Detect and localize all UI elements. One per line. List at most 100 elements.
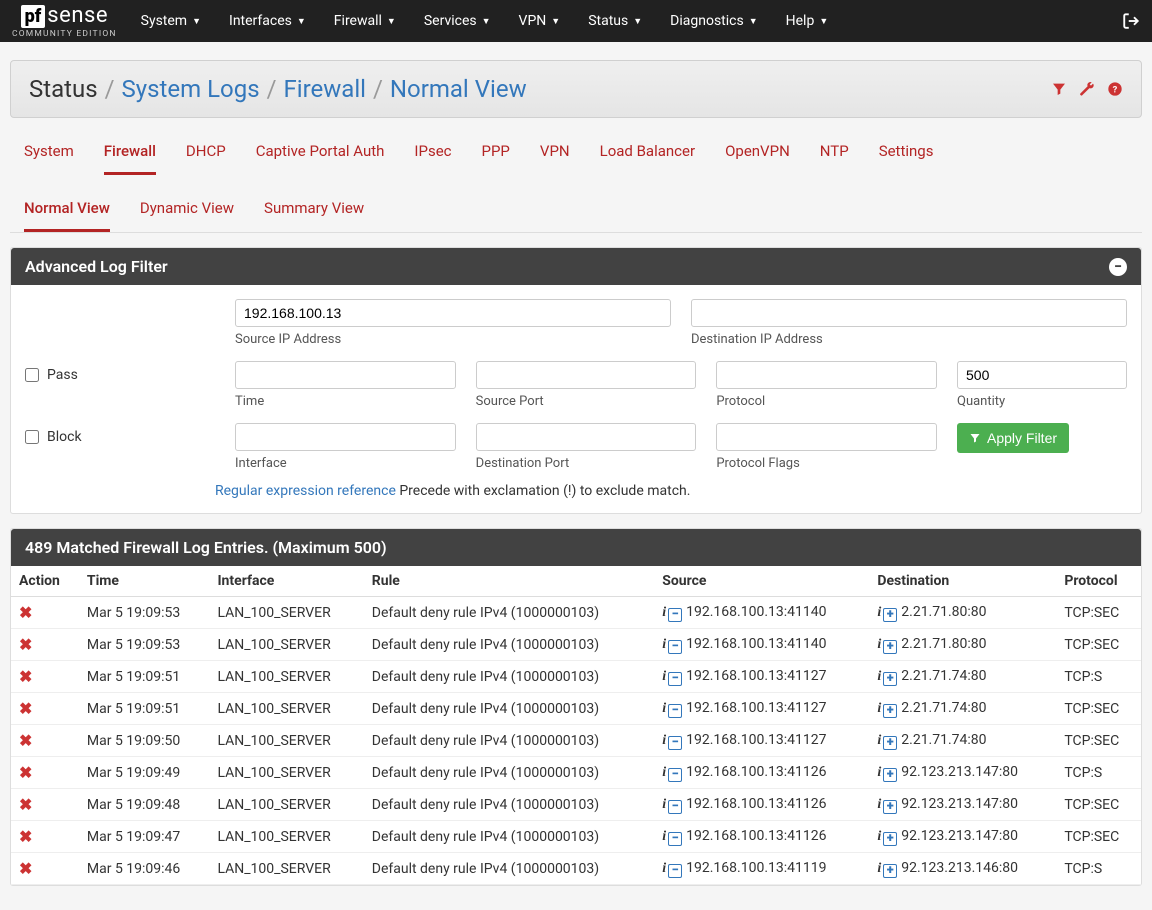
remove-source-icon[interactable]: − xyxy=(668,864,682,878)
breadcrumb-item[interactable]: System Logs xyxy=(122,75,260,103)
dest-port-input[interactable] xyxy=(476,423,697,451)
info-icon[interactable]: i xyxy=(877,797,881,812)
apply-filter-button[interactable]: Apply Filter xyxy=(957,423,1069,453)
nav-item-services[interactable]: Services▼ xyxy=(424,13,491,29)
caret-down-icon: ▼ xyxy=(749,16,758,27)
block-action-icon[interactable]: ✖ xyxy=(19,667,32,686)
info-icon[interactable]: i xyxy=(662,701,666,716)
cell-destination: 2.21.71.80:80 xyxy=(901,604,986,620)
block-action-icon[interactable]: ✖ xyxy=(19,827,32,846)
filter-panel-title: Advanced Log Filter xyxy=(25,257,168,276)
source-ip-label: Source IP Address xyxy=(235,332,671,347)
source-port-input[interactable] xyxy=(476,361,697,389)
add-dest-icon[interactable]: + xyxy=(883,768,897,782)
remove-source-icon[interactable]: − xyxy=(668,736,682,750)
add-dest-icon[interactable]: + xyxy=(883,832,897,846)
remove-source-icon[interactable]: − xyxy=(668,672,682,686)
regex-reference-link[interactable]: Regular expression reference xyxy=(215,483,396,499)
source-ip-input[interactable] xyxy=(235,299,671,327)
info-icon[interactable]: i xyxy=(877,605,881,620)
block-action-icon[interactable]: ✖ xyxy=(19,859,32,878)
protocol-input[interactable] xyxy=(716,361,937,389)
caret-down-icon: ▼ xyxy=(551,16,560,27)
info-icon[interactable]: i xyxy=(877,637,881,652)
cell-protocol: TCP:SEC xyxy=(1056,693,1141,725)
nav-item-system[interactable]: System▼ xyxy=(141,13,201,29)
wrench-icon[interactable] xyxy=(1079,81,1095,97)
info-icon[interactable]: i xyxy=(662,861,666,876)
nav-item-interfaces[interactable]: Interfaces▼ xyxy=(229,13,306,29)
tab-firewall[interactable]: Firewall xyxy=(104,142,156,175)
info-icon[interactable]: i xyxy=(877,669,881,684)
remove-source-icon[interactable]: − xyxy=(668,800,682,814)
remove-source-icon[interactable]: − xyxy=(668,608,682,622)
nav-item-diagnostics[interactable]: Diagnostics▼ xyxy=(670,13,757,29)
time-input[interactable] xyxy=(235,361,456,389)
block-action-icon[interactable]: ✖ xyxy=(19,699,32,718)
add-dest-icon[interactable]: + xyxy=(883,704,897,718)
info-icon[interactable]: i xyxy=(662,733,666,748)
breadcrumb-item[interactable]: Firewall xyxy=(283,75,366,103)
tab-system[interactable]: System xyxy=(24,142,74,175)
remove-source-icon[interactable]: − xyxy=(668,832,682,846)
breadcrumb-item: Status xyxy=(29,75,98,103)
info-icon[interactable]: i xyxy=(877,701,881,716)
dest-ip-input[interactable] xyxy=(691,299,1127,327)
info-icon[interactable]: i xyxy=(877,733,881,748)
tab-load-balancer[interactable]: Load Balancer xyxy=(600,142,695,175)
block-action-icon[interactable]: ✖ xyxy=(19,603,32,622)
quantity-input[interactable] xyxy=(957,361,1127,389)
info-icon[interactable]: i xyxy=(662,637,666,652)
nav-item-status[interactable]: Status▼ xyxy=(588,13,642,29)
tab-normal-view[interactable]: Normal View xyxy=(24,199,110,232)
info-icon[interactable]: i xyxy=(877,861,881,876)
breadcrumb-item[interactable]: Normal View xyxy=(390,75,527,103)
remove-source-icon[interactable]: − xyxy=(668,768,682,782)
nav-item-help[interactable]: Help▼ xyxy=(786,13,829,29)
block-checkbox[interactable] xyxy=(25,430,39,444)
collapse-icon[interactable]: − xyxy=(1109,258,1127,276)
tab-dhcp[interactable]: DHCP xyxy=(186,142,226,175)
help-icon[interactable]: ? xyxy=(1107,81,1123,97)
block-action-icon[interactable]: ✖ xyxy=(19,635,32,654)
add-dest-icon[interactable]: + xyxy=(883,640,897,654)
info-icon[interactable]: i xyxy=(877,829,881,844)
info-icon[interactable]: i xyxy=(662,765,666,780)
tab-summary-view[interactable]: Summary View xyxy=(264,199,364,232)
add-dest-icon[interactable]: + xyxy=(883,800,897,814)
block-action-icon[interactable]: ✖ xyxy=(19,795,32,814)
info-icon[interactable]: i xyxy=(662,797,666,812)
interface-input[interactable] xyxy=(235,423,456,451)
remove-source-icon[interactable]: − xyxy=(668,704,682,718)
cell-destination: 2.21.71.80:80 xyxy=(901,636,986,652)
tab-captive-portal-auth[interactable]: Captive Portal Auth xyxy=(256,142,385,175)
block-label: Block xyxy=(47,429,82,445)
add-dest-icon[interactable]: + xyxy=(883,736,897,750)
logout-icon[interactable] xyxy=(1122,12,1140,30)
filter-icon[interactable] xyxy=(1051,81,1067,97)
block-action-icon[interactable]: ✖ xyxy=(19,763,32,782)
block-action-icon[interactable]: ✖ xyxy=(19,731,32,750)
add-dest-icon[interactable]: + xyxy=(883,672,897,686)
info-icon[interactable]: i xyxy=(662,605,666,620)
cell-interface: LAN_100_SERVER xyxy=(209,821,363,853)
brand-logo[interactable]: pf sense COMMUNITY EDITION xyxy=(12,3,117,39)
info-icon[interactable]: i xyxy=(877,765,881,780)
tab-ipsec[interactable]: IPsec xyxy=(414,142,451,175)
tab-ppp[interactable]: PPP xyxy=(482,142,510,175)
remove-source-icon[interactable]: − xyxy=(668,640,682,654)
tab-openvpn[interactable]: OpenVPN xyxy=(725,142,790,175)
add-dest-icon[interactable]: + xyxy=(883,608,897,622)
nav-item-firewall[interactable]: Firewall▼ xyxy=(334,13,396,29)
tab-settings[interactable]: Settings xyxy=(879,142,934,175)
add-dest-icon[interactable]: + xyxy=(883,864,897,878)
tab-vpn[interactable]: VPN xyxy=(540,142,570,175)
tab-dynamic-view[interactable]: Dynamic View xyxy=(140,199,234,232)
pass-checkbox[interactable] xyxy=(25,368,39,382)
interface-label: Interface xyxy=(235,456,456,471)
nav-item-vpn[interactable]: VPN▼ xyxy=(519,13,561,29)
info-icon[interactable]: i xyxy=(662,669,666,684)
tab-ntp[interactable]: NTP xyxy=(820,142,849,175)
info-icon[interactable]: i xyxy=(662,829,666,844)
protocol-flags-input[interactable] xyxy=(716,423,937,451)
